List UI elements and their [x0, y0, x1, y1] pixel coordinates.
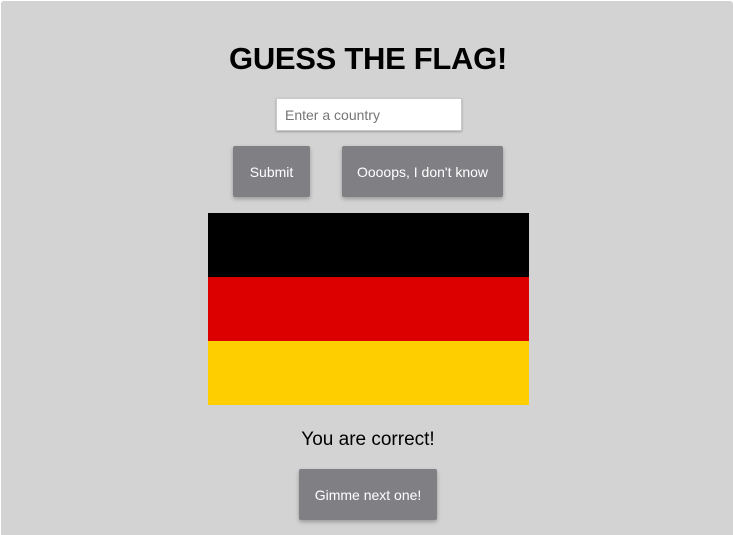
game-panel: GUESS THE FLAG! Submit Oooops, I don't k…	[1, 1, 733, 535]
result-message: You are correct!	[301, 429, 435, 450]
dont-know-button[interactable]: Oooops, I don't know	[342, 146, 503, 197]
flag-stripe-top	[208, 213, 529, 277]
flag-image	[208, 213, 529, 405]
submit-button[interactable]: Submit	[233, 146, 310, 197]
next-flag-button[interactable]: Gimme next one!	[299, 469, 437, 520]
page-title: GUESS THE FLAG!	[229, 41, 507, 76]
country-input[interactable]	[276, 98, 462, 131]
flag-stripe-middle	[208, 277, 529, 341]
flag-stripe-bottom	[208, 341, 529, 405]
